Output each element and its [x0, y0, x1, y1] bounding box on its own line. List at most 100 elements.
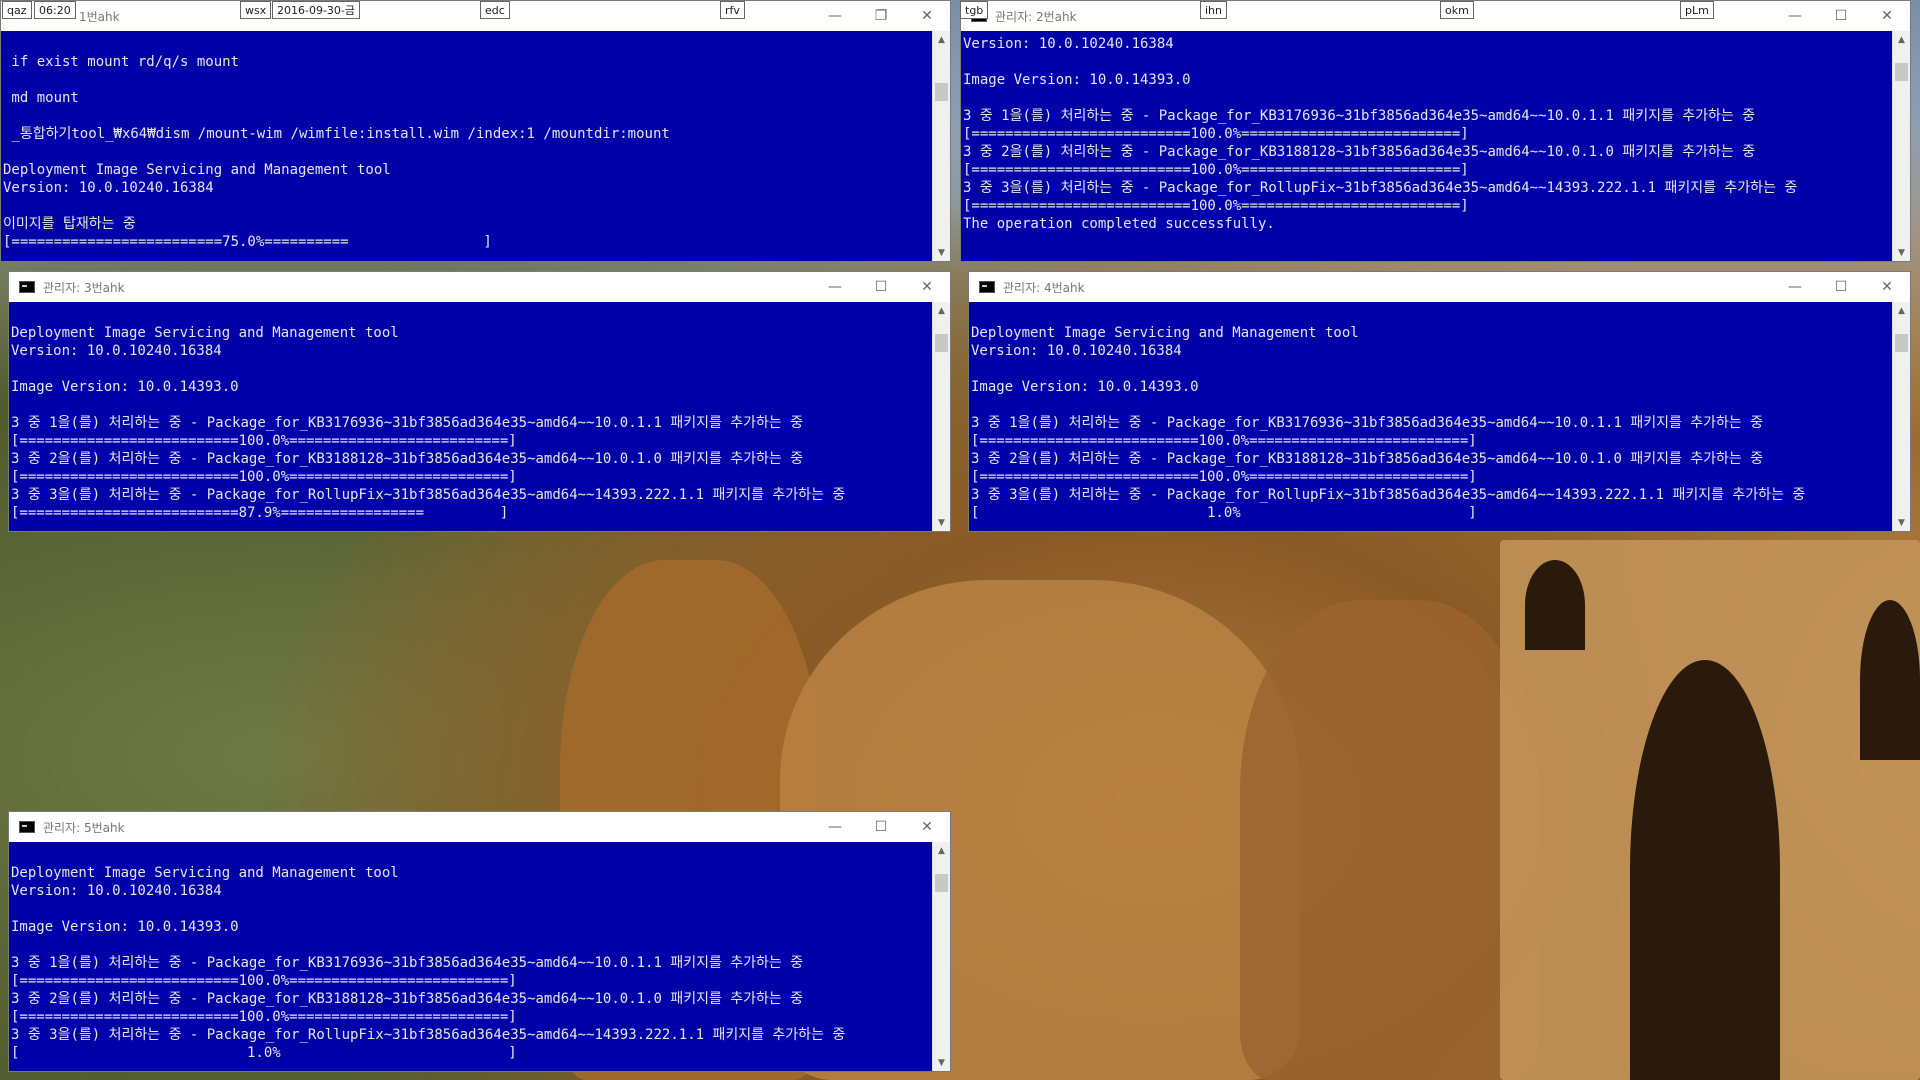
console-line: Version: 10.0.10240.16384 [3, 180, 214, 196]
console-output[interactable]: Version: 10.0.10240.16384 Image Version: … [961, 31, 1892, 261]
hotkey-label-time: 06:20 [34, 1, 76, 19]
close-button[interactable]: ✕ [904, 1, 950, 31]
scroll-up-arrow-icon[interactable]: ▲ [933, 302, 950, 319]
wallpaper-bridge-arch-small [1525, 560, 1585, 650]
console-output[interactable]: Deployment Image Servicing and Managemen… [9, 302, 932, 531]
close-button[interactable]: ✕ [1864, 272, 1910, 302]
hotkey-label-ihn[interactable]: ihn [1200, 1, 1227, 19]
console-window-5[interactable]: 관리자: 5번ahk — ☐ ✕ Deployment Image Servic… [8, 811, 951, 1072]
scroll-down-arrow-icon[interactable]: ▼ [1893, 244, 1910, 261]
console-line: [==========================100.0%=======… [963, 162, 1469, 178]
scroll-up-arrow-icon[interactable]: ▲ [933, 31, 950, 48]
hotkey-label-wsx[interactable]: wsx [240, 1, 272, 19]
window-title: 관리자: 3번ahk [43, 280, 125, 295]
vertical-scrollbar[interactable]: ▲ ▼ [932, 31, 950, 261]
console-line: Deployment Image Servicing and Managemen… [971, 325, 1359, 341]
scroll-thumb[interactable] [1895, 63, 1908, 81]
console-line: Version: 10.0.10240.16384 [963, 36, 1174, 52]
console-line: 3 중 1을(를) 처리하는 중 - Package_for_KB3176936… [971, 415, 1764, 431]
console-line: 3 중 3을(를) 처리하는 중 - Package_for_RollupFix… [971, 487, 1806, 503]
console-line: [ 1.0% ] [971, 505, 1477, 521]
console-line: [==========================87.9%========… [11, 505, 509, 521]
scroll-thumb[interactable] [935, 874, 948, 892]
hotkey-label-tgb[interactable]: tgb [960, 1, 989, 19]
console-output[interactable]: Deployment Image Servicing and Managemen… [969, 302, 1892, 531]
minimize-button[interactable]: — [1772, 272, 1818, 302]
console-line: [==========================100.0%=======… [11, 469, 517, 485]
maximize-button[interactable]: ☐ [858, 272, 904, 302]
window-titlebar[interactable]: 1번ahk — ❐ ✕ [1, 1, 950, 31]
console-line: if exist mount rd/q/s mount [3, 54, 240, 70]
console-window-3[interactable]: 관리자: 3번ahk — ☐ ✕ Deployment Image Servic… [8, 271, 951, 532]
scroll-thumb[interactable] [1895, 334, 1908, 352]
vertical-scrollbar[interactable]: ▲ ▼ [932, 842, 950, 1071]
window-title: 관리자: 5번ahk [43, 820, 125, 835]
maximize-button[interactable]: ☐ [1818, 272, 1864, 302]
scroll-up-arrow-icon[interactable]: ▲ [933, 842, 950, 859]
hotkey-label-rfv[interactable]: rfv [720, 1, 745, 19]
console-line: [==========================100.0%=======… [963, 126, 1469, 142]
console-line: Deployment Image Servicing and Managemen… [3, 162, 391, 178]
scroll-up-arrow-icon[interactable]: ▲ [1893, 31, 1910, 48]
console-window-4[interactable]: 관리자: 4번ahk — ☐ ✕ Deployment Image Servic… [968, 271, 1911, 532]
console-line: Version: 10.0.10240.16384 [11, 883, 222, 899]
wallpaper-bridge-arch [1630, 660, 1780, 1080]
window-titlebar[interactable]: 관리자: 5번ahk — ☐ ✕ [9, 812, 950, 842]
console-line: 이미지를 탑재하는 중 [3, 216, 136, 232]
scroll-down-arrow-icon[interactable]: ▼ [933, 244, 950, 261]
console-line: Deployment Image Servicing and Managemen… [11, 325, 399, 341]
console-output[interactable]: Deployment Image Servicing and Managemen… [9, 842, 932, 1071]
console-line: [==========================100.0%=======… [963, 198, 1469, 214]
minimize-button[interactable]: — [1772, 1, 1818, 31]
minimize-button[interactable]: — [812, 1, 858, 31]
console-line: [ 1.0% ] [11, 1045, 517, 1061]
console-window-1[interactable]: 1번ahk — ❐ ✕ if exist mount rd/q/s mount … [0, 0, 951, 262]
close-button[interactable]: ✕ [1864, 1, 1910, 31]
vertical-scrollbar[interactable]: ▲ ▼ [1892, 31, 1910, 261]
hotkey-label-plm[interactable]: pLm [1680, 1, 1714, 19]
hotkey-label-edc[interactable]: edc [480, 1, 510, 19]
window-titlebar[interactable]: 관리자: 2번ahk — ☐ ✕ [961, 1, 1910, 31]
console-line: Image Version: 10.0.14393.0 [11, 919, 239, 935]
scroll-down-arrow-icon[interactable]: ▼ [933, 514, 950, 531]
console-line: 3 중 3을(를) 처리하는 중 - Package_for_RollupFix… [11, 1027, 846, 1043]
hotkey-label-qaz[interactable]: qaz [2, 1, 32, 19]
window-titlebar[interactable]: 관리자: 3번ahk — ☐ ✕ [9, 272, 950, 302]
console-line: [==========================100.0%=======… [11, 973, 517, 989]
hotkey-label-okm[interactable]: okm [1440, 1, 1474, 19]
console-line: [=========================75.0%=========… [3, 234, 492, 250]
window-titlebar[interactable]: 관리자: 4번ahk — ☐ ✕ [969, 272, 1910, 302]
close-button[interactable]: ✕ [904, 272, 950, 302]
console-line: 3 중 2을(를) 처리하는 중 - Package_for_KB3188128… [963, 144, 1756, 160]
console-line: Image Version: 10.0.14393.0 [963, 72, 1191, 88]
vertical-scrollbar[interactable]: ▲ ▼ [1892, 302, 1910, 531]
restore-button[interactable]: ❐ [858, 1, 904, 31]
scroll-down-arrow-icon[interactable]: ▼ [933, 1054, 950, 1071]
scroll-up-arrow-icon[interactable]: ▲ [1893, 302, 1910, 319]
minimize-button[interactable]: — [812, 272, 858, 302]
maximize-button[interactable]: ☐ [1818, 1, 1864, 31]
scroll-thumb[interactable] [935, 83, 948, 101]
minimize-button[interactable]: — [812, 812, 858, 842]
window-title: 1번ahk [79, 9, 120, 24]
maximize-button[interactable]: ☐ [858, 812, 904, 842]
close-button[interactable]: ✕ [904, 812, 950, 842]
console-line: 3 중 3을(를) 처리하는 중 - Package_for_RollupFix… [11, 487, 846, 503]
vertical-scrollbar[interactable]: ▲ ▼ [932, 302, 950, 531]
console-line: The operation completed successfully. [963, 216, 1275, 232]
scroll-thumb[interactable] [935, 334, 948, 352]
console-line: [==========================100.0%=======… [971, 433, 1477, 449]
scroll-down-arrow-icon[interactable]: ▼ [1893, 514, 1910, 531]
console-window-2[interactable]: 관리자: 2번ahk — ☐ ✕ Version: 10.0.10240.163… [960, 0, 1911, 262]
console-output[interactable]: if exist mount rd/q/s mount md mount _통합… [1, 31, 932, 261]
command-prompt-icon [19, 821, 35, 833]
